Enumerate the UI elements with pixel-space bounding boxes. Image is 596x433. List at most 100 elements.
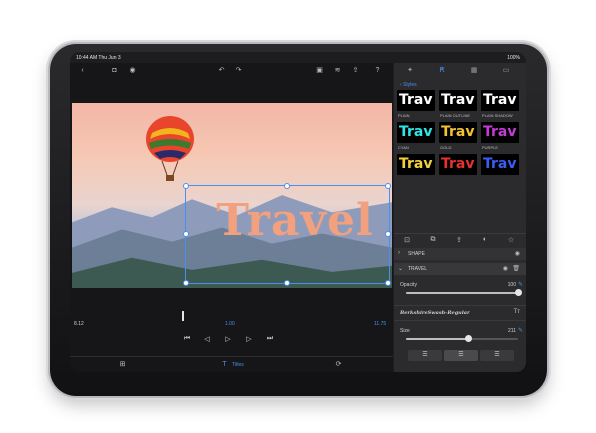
resize-handle[interactable] <box>183 183 189 189</box>
visibility-eye-icon[interactable]: ◉ <box>515 250 520 257</box>
titles-icon[interactable]: T <box>220 360 229 369</box>
editor-toolbar: ‹ ◘ ◉ ↶ ↷ ▣ ≋ ⇪ ? <box>70 63 393 79</box>
hot-air-balloon-image <box>146 116 194 181</box>
opacity-value: 100 <box>507 282 516 288</box>
font-picker-icon[interactable]: Tт <box>514 309 520 315</box>
layers-icon[interactable]: ≋ <box>333 66 342 75</box>
style-preset-sample: Trav <box>483 124 517 140</box>
style-preset-sample: Trav <box>483 156 517 172</box>
style-preset-label: PURPLE <box>482 145 499 150</box>
style-toolbar: ⊡ ⧉ ⇪ ◐ ☆ <box>394 233 526 246</box>
export-icon[interactable]: ⇪ <box>351 66 360 75</box>
layer-label: TRAVEL <box>408 266 428 272</box>
style-preset-tile[interactable]: Trav <box>439 90 477 111</box>
time-left: 8.12 <box>74 321 84 327</box>
style-preset-sample: Trav <box>399 92 433 108</box>
style-preset-label: PLAIN OUTLINE <box>440 113 471 118</box>
shape-row[interactable]: › SHAPE ◉ <box>394 248 526 260</box>
title-text[interactable]: Travel <box>190 195 392 246</box>
tab-titles[interactable]: Titles <box>232 362 244 368</box>
style-preset-tile[interactable]: Trav <box>397 154 435 175</box>
resize-handle[interactable] <box>183 280 189 286</box>
size-label: Size <box>400 328 410 334</box>
time-center: 1.00 <box>225 321 235 327</box>
align-left-button[interactable]: ☰ <box>408 350 442 361</box>
resize-handle[interactable] <box>284 183 290 189</box>
style-preset-sample: Trav <box>483 92 517 108</box>
chevron-down-icon: ⌄ <box>398 266 404 272</box>
resize-handle[interactable] <box>385 280 391 286</box>
status-bar: 10:44 AM Thu Jun 3 100% <box>70 52 526 63</box>
eye-icon[interactable]: ◉ <box>128 66 137 75</box>
add-media-icon[interactable]: ⊞ <box>118 360 127 369</box>
style-preset-sample: Trav <box>441 124 475 140</box>
status-time: 10:44 AM Thu Jun 3 <box>76 55 121 61</box>
style-preset-sample: Trav <box>399 124 433 140</box>
editor-bottom-bar: ⊞ T Titles ⟳ <box>70 356 393 372</box>
timeline[interactable]: 8.12 1.00 11.75 ⏮ ◁ ▷ ▷ ⏭ <box>70 311 393 356</box>
style-add-icon[interactable]: ⊡ <box>402 236 412 244</box>
camera-icon[interactable]: ◘ <box>110 66 119 75</box>
skip-end-icon[interactable]: ⏭ <box>265 335 275 343</box>
resize-handle[interactable] <box>284 280 290 286</box>
style-preset-sample: Trav <box>441 92 475 108</box>
style-preset-tile[interactable]: Trav <box>397 90 435 111</box>
inspector-tabs: ✦ Ꞧ ▦ ▭ <box>394 63 526 79</box>
resize-handle[interactable] <box>183 231 189 237</box>
play-icon[interactable]: ▷ <box>223 335 233 343</box>
trash-icon[interactable]: 🗑 <box>512 265 520 272</box>
style-color-icon[interactable]: ◐ <box>480 236 490 243</box>
style-preset-tile[interactable]: Trav <box>397 122 435 143</box>
style-preset-label: CYAN <box>398 145 409 150</box>
help-icon[interactable]: ? <box>373 66 382 75</box>
shape-label: SHAPE <box>408 251 425 257</box>
frame-icon[interactable]: ▣ <box>315 66 324 75</box>
pencil-icon[interactable]: ✎ <box>518 281 523 288</box>
style-preset-tile[interactable]: Trav <box>481 122 519 143</box>
style-preset-tile[interactable]: Trav <box>439 154 477 175</box>
keyboard-icon[interactable]: ▭ <box>500 66 512 76</box>
battery-indicator: 100% <box>507 55 520 61</box>
opacity-slider[interactable] <box>406 289 522 296</box>
style-preset-label: GOLD <box>440 145 452 150</box>
chevron-right-icon: › <box>398 250 400 256</box>
playhead[interactable] <box>182 311 184 321</box>
align-center-button[interactable]: ☰ <box>444 350 478 361</box>
layer-eye-icon[interactable]: ◉ <box>503 265 508 272</box>
lightbulb-icon[interactable]: ✦ <box>404 66 416 76</box>
redo-icon[interactable]: ↷ <box>234 66 243 75</box>
step-back-icon[interactable]: ◁ <box>202 335 212 343</box>
style-preset-tile[interactable]: Trav <box>481 90 519 111</box>
style-preset-tile[interactable]: Trav <box>439 122 477 143</box>
undo-icon[interactable]: ↶ <box>217 66 226 75</box>
skip-start-icon[interactable]: ⏮ <box>182 335 192 343</box>
size-row: Size 211 ✎ <box>394 325 526 337</box>
layer-row[interactable]: ⌄ TRAVEL ◉ 🗑 <box>394 263 526 275</box>
style-preset-sample: Trav <box>399 156 433 172</box>
camera-flip-icon[interactable]: ⟳ <box>334 360 343 369</box>
step-forward-icon[interactable]: ▷ <box>244 335 254 343</box>
app-screen: 10:44 AM Thu Jun 3 100% ‹ ◘ ◉ ↶ ↷ ▣ ≋ ⇪ … <box>70 52 526 372</box>
favorite-star-icon[interactable]: ☆ <box>506 236 516 244</box>
align-right-button[interactable]: ☰ <box>480 350 514 361</box>
style-export-icon[interactable]: ⇪ <box>454 236 464 244</box>
font-name: BerkshireSwash-Regular <box>400 310 470 316</box>
inspector-panel: ✦ Ꞧ ▦ ▭ ‹ Styles Trav PLAIN Trav PLAIN OUTL… <box>394 63 526 372</box>
text-style-icon[interactable]: Ꞧ <box>436 66 448 76</box>
style-preset-sample: Trav <box>441 156 475 172</box>
editor-pane: ‹ ◘ ◉ ↶ ↷ ▣ ≋ ⇪ ? Travel 8.12 1.00 11.75… <box>70 63 393 372</box>
back-chevron-icon[interactable]: ‹ <box>78 66 87 75</box>
canvas-preview[interactable]: Travel <box>72 103 392 288</box>
pencil-icon[interactable]: ✎ <box>518 327 523 334</box>
style-copy-icon[interactable]: ⧉ <box>428 236 438 244</box>
back-to-styles-link[interactable]: ‹ Styles <box>400 82 417 88</box>
resize-handle[interactable] <box>385 183 391 189</box>
size-slider[interactable] <box>406 335 518 342</box>
style-preset-tile[interactable]: Trav <box>481 154 519 175</box>
font-row[interactable]: BerkshireSwash-Regular Tт <box>394 305 526 321</box>
style-preset-label: PLAIN SHADOW <box>482 113 513 118</box>
opacity-row: Opacity 100 ✎ <box>394 279 526 291</box>
opacity-label: Opacity <box>400 282 417 288</box>
media-icon[interactable]: ▦ <box>468 66 480 76</box>
back-label: Styles <box>403 82 417 88</box>
